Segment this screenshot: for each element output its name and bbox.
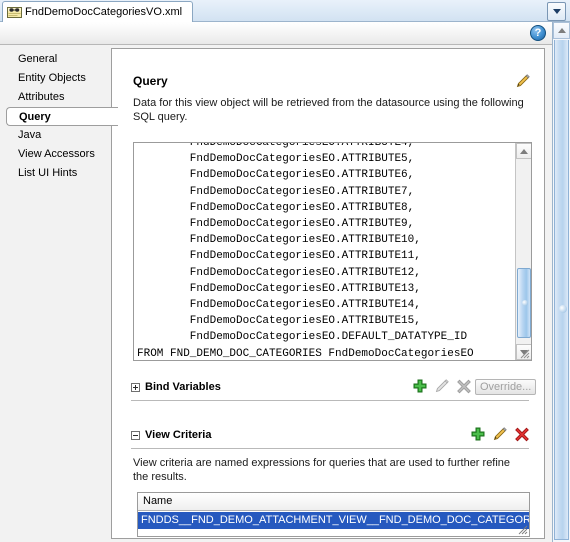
- pencil-edit-icon[interactable]: [515, 73, 531, 89]
- editor-header-band: ?: [0, 22, 552, 45]
- application-window: FndDemoDocCategoriesVO.xml ? General Ent…: [0, 0, 570, 542]
- sidebar-item-attributes[interactable]: Attributes: [6, 88, 111, 107]
- scroll-up-arrow-icon[interactable]: [553, 22, 570, 39]
- add-green-plus-icon[interactable]: [412, 378, 428, 394]
- view-criteria-label: View Criteria: [145, 429, 212, 441]
- page-title: Query: [133, 74, 168, 88]
- view-criteria-description: View criteria are named expressions for …: [133, 457, 511, 483]
- sidebar-item-view-accessors[interactable]: View Accessors: [6, 145, 111, 164]
- sql-textarea-scrollbar[interactable]: [515, 143, 531, 360]
- view-criteria-table[interactable]: Name FNDDS__FND_DEMO_ATTACHMENT_VIEW__FN…: [137, 492, 530, 537]
- view-criteria-divider: [131, 448, 529, 449]
- sidebar-item-java[interactable]: Java: [6, 126, 111, 145]
- sidebar-item-entity-objects[interactable]: Entity Objects: [6, 69, 111, 88]
- bind-variables-divider: [131, 400, 529, 401]
- delete-red-x-icon[interactable]: [514, 426, 530, 442]
- chevron-down-icon[interactable]: [547, 2, 566, 21]
- xml-file-icon: [7, 6, 22, 19]
- bind-variables-label: Bind Variables: [145, 381, 221, 393]
- page-scrollbar-thumb[interactable]: [554, 40, 569, 540]
- editor-content: General Entity Objects Attributes Query …: [0, 45, 552, 542]
- query-detail-panel: Query Data for this view object will be …: [111, 48, 545, 539]
- editor-navigation-list: General Entity Objects Attributes Query …: [6, 50, 118, 520]
- sql-query-text: FndDemoDocCategoriesEO.ATTRIBUTE4, FndDe…: [137, 142, 474, 360]
- table-row[interactable]: FNDDS__FND_DEMO_ATTACHMENT_VIEW__FND_DEM…: [138, 512, 529, 529]
- scroll-up-arrow-icon[interactable]: [516, 143, 531, 159]
- sidebar-item-list-ui-hints[interactable]: List UI Hints: [6, 164, 111, 183]
- collapse-minus-icon[interactable]: [131, 431, 140, 440]
- delete-x-icon-disabled: [456, 378, 472, 394]
- table-resize-grip-icon[interactable]: [517, 524, 528, 535]
- add-green-plus-icon[interactable]: [470, 426, 486, 442]
- editor-tab-fnddemodoccategoriesvo[interactable]: FndDemoDocCategoriesVO.xml: [2, 1, 194, 22]
- table-column-header-name[interactable]: Name: [138, 493, 529, 511]
- help-question-icon[interactable]: ?: [530, 25, 546, 41]
- sidebar-item-general[interactable]: General: [6, 50, 111, 69]
- sidebar-item-query[interactable]: Query: [6, 107, 118, 126]
- expand-plus-icon[interactable]: [131, 383, 140, 392]
- override-button[interactable]: Override...: [475, 379, 537, 395]
- sql-query-textarea[interactable]: FndDemoDocCategoriesEO.ATTRIBUTE4, FndDe…: [133, 142, 532, 361]
- page-vertical-scrollbar[interactable]: [552, 22, 570, 542]
- pencil-edit-icon-disabled: [434, 378, 450, 394]
- query-description: Data for this view object will be retrie…: [133, 97, 524, 123]
- sql-scrollbar-thumb[interactable]: [517, 268, 531, 338]
- pencil-edit-icon[interactable]: [492, 426, 508, 442]
- editor-tab-strip: FndDemoDocCategoriesVO.xml: [0, 0, 570, 22]
- editor-tab-label: FndDemoDocCategoriesVO.xml: [25, 6, 183, 18]
- sql-resize-grip-icon[interactable]: [519, 348, 530, 359]
